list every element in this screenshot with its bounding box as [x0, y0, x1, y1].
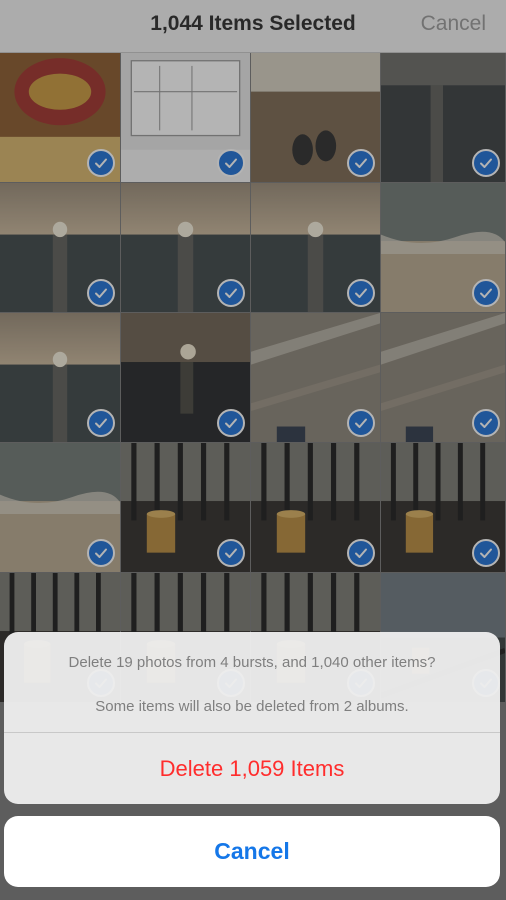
sheet-cancel-button[interactable]: Cancel — [4, 816, 500, 887]
delete-items-button[interactable]: Delete 1,059 Items — [4, 733, 500, 804]
delete-action-sheet: Delete 19 photos from 4 bursts, and 1,04… — [4, 632, 500, 804]
sheet-message-bursts: Delete 19 photos from 4 bursts, and 1,04… — [68, 654, 436, 671]
sheet-message-albums: Some items will also be deleted from 2 a… — [95, 698, 409, 715]
